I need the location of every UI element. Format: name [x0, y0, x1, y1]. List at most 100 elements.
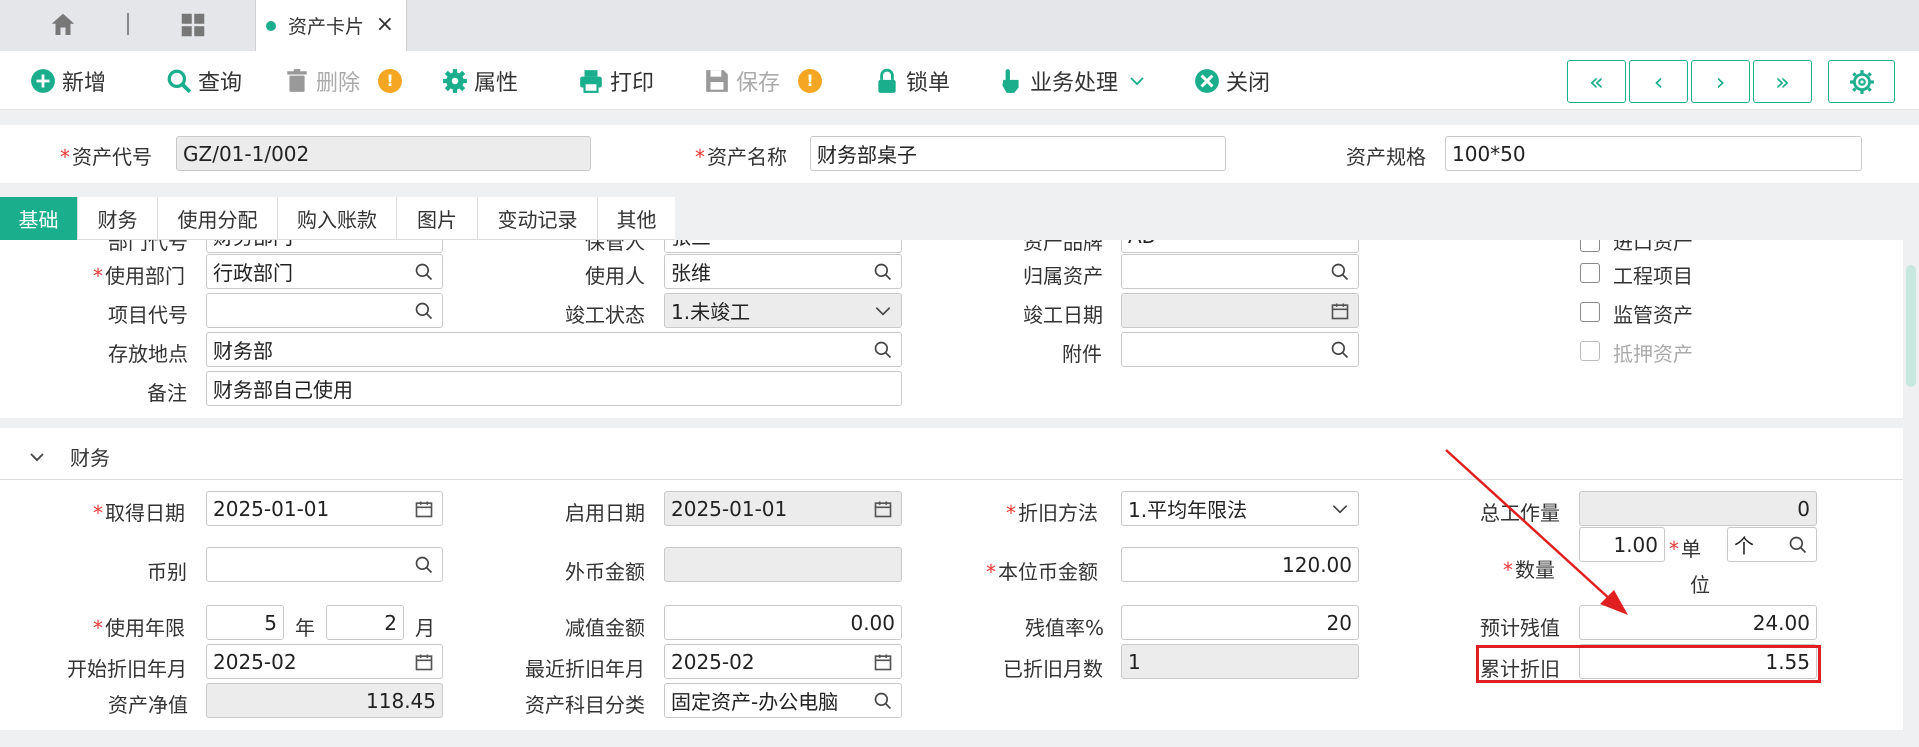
dep-method-select[interactable]: 1.平均年限法 [1121, 491, 1359, 526]
local-amount-input[interactable]: 120.00 [1121, 547, 1359, 582]
completion-date-input[interactable] [1121, 293, 1359, 328]
tab-bar: 资产卡片 × [0, 0, 1919, 51]
keeper-input[interactable]: 张三 [664, 240, 902, 253]
settings-button[interactable] [1828, 60, 1895, 103]
calendar-icon[interactable] [1330, 301, 1350, 321]
remark-label: 备注 [147, 381, 187, 405]
foreign-amount-input[interactable] [664, 547, 902, 582]
calendar-icon[interactable] [873, 652, 893, 672]
search-icon[interactable] [873, 340, 893, 360]
user-input[interactable]: 张维 [664, 254, 902, 289]
mortgage-checkbox[interactable] [1580, 341, 1600, 361]
plus-circle-icon [31, 69, 55, 93]
search-icon[interactable] [1330, 340, 1350, 360]
tab-images[interactable]: 图片 [397, 197, 478, 240]
finance-section-title: 财务 [70, 446, 110, 470]
tab-other[interactable]: 其他 [598, 197, 675, 240]
completion-status-select[interactable]: 1.未竣工 [664, 293, 902, 328]
last-record-button[interactable]: » [1753, 60, 1812, 103]
close-tab-icon[interactable]: × [376, 12, 394, 38]
last-dep-label: 最近折旧年月 [525, 657, 645, 681]
life-years-input[interactable]: 5 [206, 605, 284, 640]
finance-section-header[interactable]: 财务 [28, 442, 110, 471]
calendar-icon[interactable] [414, 499, 434, 519]
chevron-down-icon [1130, 77, 1144, 86]
residual-rate-input[interactable]: 20 [1121, 605, 1359, 640]
category-input[interactable]: 固定资产-办公电脑 [664, 683, 902, 718]
tab-basic[interactable]: 基础 [0, 197, 78, 240]
tab-change-log[interactable]: 变动记录 [478, 197, 598, 240]
save-button[interactable]: 保存 ! [704, 66, 823, 96]
lock-button[interactable]: 锁单 [874, 66, 950, 96]
tab-usage-allocation[interactable]: 使用分配 [158, 197, 278, 240]
calendar-icon[interactable] [414, 652, 434, 672]
gear-icon [443, 69, 467, 93]
scrollbar-thumb[interactable] [1906, 265, 1916, 387]
lock-label: 锁单 [906, 71, 951, 96]
month-unit-label: 月 [415, 616, 435, 640]
close-circle-icon [1195, 69, 1219, 93]
brand-input[interactable]: AB [1121, 240, 1359, 253]
query-button[interactable]: 查询 [166, 66, 242, 96]
asset-code-input[interactable]: GZ/01-1/002 [176, 136, 591, 171]
unit-input[interactable]: 个 [1727, 527, 1817, 562]
attachment-input[interactable] [1121, 332, 1359, 367]
dep-months-input[interactable]: 1 [1121, 644, 1359, 679]
qty-input[interactable]: 1.00 [1579, 527, 1665, 562]
search-icon[interactable] [414, 555, 434, 575]
imported-checkbox[interactable] [1580, 240, 1600, 252]
qty-label: * 数量 [1503, 558, 1555, 582]
supervised-label: 监管资产 [1613, 303, 1693, 327]
impairment-input[interactable]: 0.00 [664, 605, 902, 640]
search-icon[interactable] [1788, 535, 1808, 555]
printer-icon [580, 70, 602, 93]
total-work-input[interactable]: 0 [1579, 491, 1817, 526]
close-button[interactable]: 关闭 [1194, 66, 1270, 96]
search-icon[interactable] [1330, 262, 1350, 282]
delete-button[interactable]: 删除 ! [284, 66, 403, 96]
remark-input[interactable]: 财务部自己使用 [206, 371, 902, 406]
asset-spec-input[interactable]: 100*50 [1445, 136, 1862, 171]
dept-code-label: 部门代号 [108, 240, 188, 254]
search-icon[interactable] [873, 691, 893, 711]
prev-record-button[interactable]: ‹ [1629, 60, 1688, 103]
business-dropdown[interactable]: 业务处理 [998, 66, 1152, 96]
use-dept-input[interactable]: 行政部门 [206, 254, 443, 289]
project-code-input[interactable] [206, 293, 443, 328]
home-icon[interactable] [48, 10, 78, 40]
hand-pointer-icon [1002, 69, 1019, 93]
grid-menu-icon[interactable] [178, 10, 208, 40]
year-unit-label: 年 [295, 616, 315, 640]
last-dep-input[interactable]: 2025-02 [664, 644, 902, 679]
tab-label: 资产卡片 [288, 16, 365, 38]
tab-finance[interactable]: 财务 [78, 197, 158, 240]
parent-asset-input[interactable] [1121, 254, 1359, 289]
start-date-input[interactable]: 2025-01-01 [664, 491, 902, 526]
search-icon[interactable] [414, 301, 434, 321]
search-icon[interactable] [873, 262, 893, 282]
section-tabs: 基础 财务 使用分配 购入账款 图片 变动记录 其他 [0, 197, 675, 240]
tab-asset-card[interactable]: 资产卡片 × [255, 0, 407, 51]
net-value-input[interactable]: 118.45 [206, 683, 443, 718]
dept-code-input[interactable]: 财务部门 [206, 240, 443, 253]
asset-name-input[interactable]: 财务部桌子 [810, 136, 1226, 171]
location-input[interactable]: 财务部 [206, 332, 902, 367]
calendar-icon[interactable] [873, 499, 893, 519]
first-record-button[interactable]: « [1567, 60, 1626, 103]
project-checkbox[interactable] [1580, 263, 1600, 283]
dep-start-input[interactable]: 2025-02 [206, 644, 443, 679]
currency-input[interactable] [206, 547, 443, 582]
settings-gear-icon [1849, 69, 1874, 94]
acquire-date-input[interactable]: 2025-01-01 [206, 491, 443, 526]
supervised-checkbox[interactable] [1580, 302, 1600, 322]
search-icon[interactable] [414, 262, 434, 282]
add-button[interactable]: 新增 [30, 66, 106, 96]
query-label: 查询 [198, 71, 243, 96]
est-residual-input[interactable]: 24.00 [1579, 605, 1817, 640]
print-button[interactable]: 打印 [578, 66, 654, 96]
properties-button[interactable]: 属性 [442, 66, 518, 96]
tab-purchase-payment[interactable]: 购入账款 [278, 197, 397, 240]
next-record-button[interactable]: › [1691, 60, 1750, 103]
life-months-input[interactable]: 2 [326, 605, 404, 640]
brand-label: 资产品牌 [1023, 240, 1103, 254]
